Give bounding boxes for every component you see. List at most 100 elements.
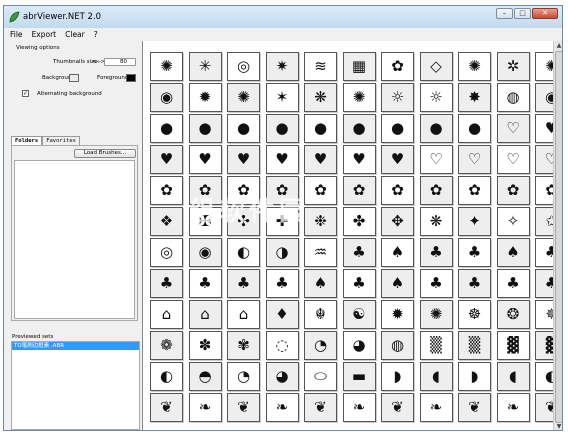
brush-thumbnail[interactable]: ◍ [381,331,414,360]
brush-thumbnail[interactable]: ✶ [265,83,299,112]
brush-thumbnail[interactable]: ♦ [265,300,299,329]
brush-thumbnail[interactable]: ✿ [188,176,222,205]
brush-thumbnail[interactable]: ♣ [458,269,491,298]
brush-thumbnail[interactable]: ☸ [458,300,491,329]
brush-thumbnail[interactable]: ♣ [342,238,376,267]
brush-thumbnail[interactable]: ❦ [304,393,337,422]
brush-thumbnail[interactable]: ◕ [265,362,299,391]
brush-thumbnail[interactable]: ● [419,114,453,143]
brush-thumbnail[interactable]: ▓ [496,331,530,360]
brush-thumbnail[interactable]: ✺ [458,52,491,81]
brush-thumbnail[interactable]: ❦ [458,393,491,422]
brush-thumbnail[interactable]: ♥ [342,145,376,174]
brush-thumbnail[interactable]: ✺ [342,83,376,112]
brush-thumbnail[interactable]: ❂ [496,300,530,329]
brush-thumbnail[interactable]: ❋ [419,207,453,236]
vertical-scrollbar[interactable]: ▲ ▼ [553,41,562,430]
brush-thumbnail[interactable]: ⌂ [227,300,260,329]
brush-thumbnail[interactable]: ♣ [535,269,553,298]
brush-thumbnail[interactable]: ✤ [342,207,376,236]
brush-thumbnail[interactable]: ✿ [304,176,337,205]
brush-thumbnail[interactable]: ♡ [458,145,491,174]
brush-thumbnail[interactable]: ✽ [188,331,222,360]
brush-thumbnail[interactable]: ◇ [419,52,453,81]
brush-thumbnail[interactable]: ◎ [150,238,183,267]
brush-thumbnail[interactable]: ❁ [150,331,183,360]
brush-thumbnail[interactable]: ✩ [535,207,553,236]
brush-thumbnail[interactable]: ❋ [304,83,337,112]
brush-thumbnail[interactable]: ✿ [535,176,553,205]
previewed-sets-list[interactable]: TO笔刷边框素 .ABR [11,341,140,430]
brush-thumbnail[interactable]: ⌂ [150,300,183,329]
minimize-button[interactable]: – [496,8,513,19]
brush-thumbnail[interactable]: ♡ [496,145,530,174]
menu-file[interactable]: File [10,30,23,39]
brush-thumbnail[interactable]: ◖ [496,362,530,391]
brush-thumbnail[interactable]: ◖ [419,362,453,391]
brush-thumbnail[interactable]: ◐ [150,362,183,391]
brush-thumbnail[interactable]: ✿ [265,176,299,205]
brush-thumbnail[interactable]: ◐ [227,238,260,267]
brush-thumbnail[interactable]: ♒ [304,238,337,267]
brush-thumbnail[interactable]: ✺ [150,52,183,81]
brush-thumbnail[interactable]: ✺ [419,300,453,329]
brush-thumbnail[interactable]: ▒ [419,331,453,360]
brush-thumbnail[interactable]: ❧ [496,393,530,422]
tab-favorites[interactable]: Favorites [42,136,80,145]
background-color-swatch[interactable] [69,74,79,82]
menu-help[interactable]: ? [94,30,98,39]
close-button[interactable]: ✕ [532,8,558,19]
brush-thumbnail[interactable]: ✿ [419,176,453,205]
brush-thumbnail[interactable]: ❦ [381,393,414,422]
brush-thumbnail[interactable]: ✹ [188,83,222,112]
brush-thumbnail[interactable]: ♣ [496,269,530,298]
foreground-color-swatch[interactable] [126,74,136,82]
brush-thumbnail[interactable]: ♥ [150,145,183,174]
brush-thumbnail[interactable]: ✣ [227,207,260,236]
folders-list[interactable] [14,160,135,319]
brush-thumbnail[interactable]: ✠ [188,207,222,236]
brush-thumbnail[interactable]: ☼ [419,83,453,112]
brush-thumbnail[interactable]: ❉ [304,207,337,236]
brush-thumbnail[interactable]: ✿ [342,176,376,205]
brush-thumbnail[interactable]: ♥ [227,145,260,174]
brush-thumbnail[interactable]: ♠ [496,238,530,267]
brush-thumbnail[interactable]: ✷ [265,52,299,81]
brush-thumbnail[interactable]: ✿ [496,176,530,205]
brush-thumbnail[interactable]: ◔ [304,331,337,360]
brush-thumbnail[interactable]: ✿ [381,52,414,81]
brush-thumbnail[interactable]: ☯ [342,300,376,329]
scroll-down-arrow-icon[interactable]: ▼ [555,423,562,430]
brush-thumbnail[interactable]: ◉ [150,83,183,112]
brush-thumbnail[interactable]: ◐ [535,362,553,391]
brush-thumbnail[interactable]: ✵ [535,300,553,329]
scroll-thumb[interactable] [555,51,562,423]
brush-thumbnail[interactable]: ◗ [381,362,414,391]
brush-thumbnail[interactable]: ❦ [227,393,260,422]
brush-thumbnail[interactable]: ♡ [496,114,530,143]
brush-thumbnail[interactable]: ● [381,114,414,143]
brush-thumbnail[interactable]: ◉ [535,83,553,112]
brush-thumbnail[interactable]: ✸ [458,83,491,112]
maximize-button[interactable]: □ [514,8,531,19]
brush-thumbnail[interactable]: ▦ [342,52,376,81]
brush-thumbnail[interactable]: ⬭ [304,362,337,391]
brush-thumbnail[interactable]: ◗ [458,362,491,391]
brush-thumbnail[interactable]: ♣ [265,269,299,298]
brush-thumbnail[interactable]: ✿ [227,176,260,205]
brush-thumbnail[interactable]: ● [227,114,260,143]
brush-thumbnail[interactable]: ◓ [188,362,222,391]
brush-thumbnail[interactable]: ✿ [458,176,491,205]
brush-thumbnail[interactable]: ◌ [265,331,299,360]
brush-thumbnail[interactable]: ▒ [458,331,491,360]
brush-thumbnail[interactable]: ● [188,114,222,143]
brush-thumbnail[interactable]: ◕ [342,331,376,360]
brush-thumbnail[interactable]: ◑ [265,238,299,267]
brush-thumbnail[interactable]: ✦ [458,207,491,236]
brush-thumbnail[interactable]: ✺ [227,83,260,112]
scroll-up-arrow-icon[interactable]: ▲ [555,42,562,50]
brush-thumbnail[interactable]: ✿ [381,176,414,205]
tab-folders[interactable]: Folders [11,136,43,145]
thumbnail-size-input[interactable]: 80 [104,58,136,66]
brush-thumbnail[interactable]: ❦ [535,393,553,422]
